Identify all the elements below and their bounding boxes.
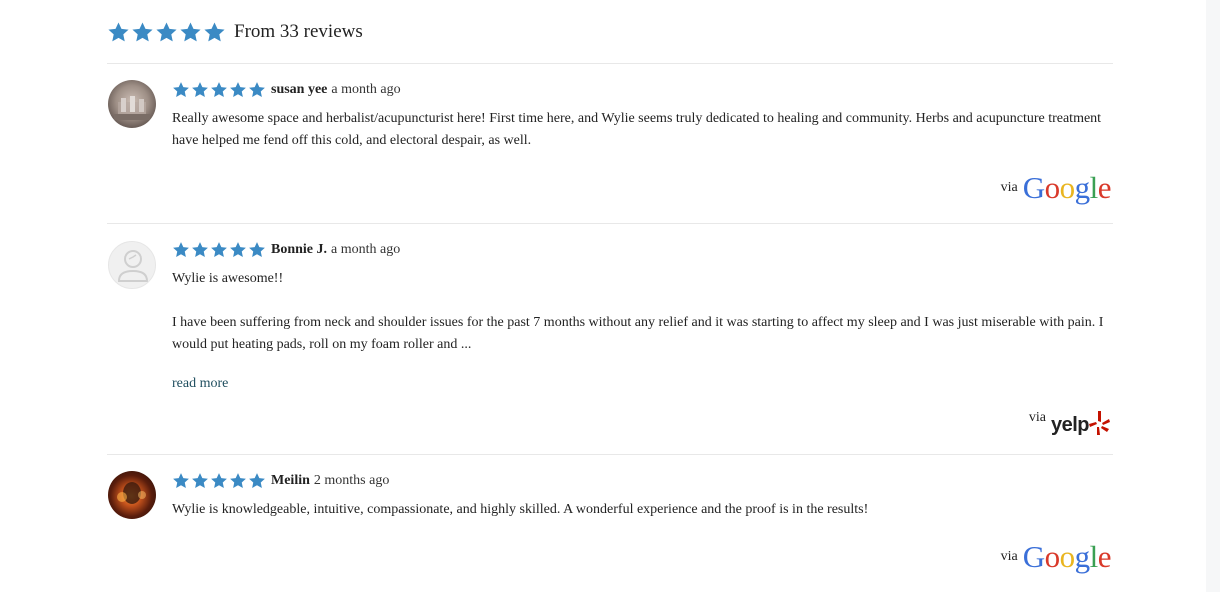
review-text: Really awesome space and herbalist/acupu… — [172, 111, 1102, 148]
review-time: a month ago — [331, 82, 401, 97]
review-content: Bonnie J. a month ago Wylie is awesome!!… — [172, 239, 1113, 392]
yelp-wordmark: yelp — [1050, 414, 1090, 436]
star-icon — [156, 21, 177, 41]
star-icon — [173, 473, 189, 488]
star-icon — [204, 21, 225, 41]
review-rating-stars — [172, 241, 266, 259]
star-icon — [173, 242, 189, 257]
via-label: via — [1000, 548, 1018, 564]
star-icon — [249, 473, 265, 488]
star-icon — [192, 242, 208, 257]
star-icon — [180, 21, 201, 41]
google-logo-icon[interactable]: Google — [1023, 541, 1112, 572]
reviewer-avatar-placeholder — [108, 241, 156, 289]
star-icon — [249, 242, 265, 257]
scrollbar-gutter — [1206, 0, 1220, 592]
reviewer-name: Bonnie J. — [271, 242, 328, 257]
reviews-widget: From 33 reviews susan yee a month ago Re… — [0, 0, 1220, 592]
review-item: Meilin 2 months ago Wylie is knowledgeab… — [107, 454, 1113, 592]
review-text: Wylie is awesome!! — [172, 271, 284, 286]
star-icon — [249, 82, 265, 97]
review-source: via Google — [1000, 172, 1112, 203]
review-rating-stars — [172, 81, 266, 99]
star-icon — [192, 473, 208, 488]
reviewer-name: susan yee — [271, 82, 328, 97]
google-logo-icon[interactable]: Google — [1023, 172, 1112, 203]
yelp-burst-icon — [1089, 410, 1110, 435]
star-icon — [192, 82, 208, 97]
star-icon — [211, 82, 227, 97]
review-rating-stars — [172, 472, 266, 490]
review-header: Bonnie J. a month ago — [172, 239, 1113, 261]
star-icon — [108, 21, 129, 41]
summary-rating-stars — [107, 21, 226, 44]
review-item: Bonnie J. a month ago Wylie is awesome!!… — [107, 223, 1113, 455]
review-text: Wylie is knowledgeable, intuitive, compa… — [172, 502, 869, 517]
review-source: via Google — [1000, 541, 1112, 572]
star-icon — [173, 82, 189, 97]
reviews-count-text: From 33 reviews — [234, 21, 363, 42]
star-icon — [230, 473, 246, 488]
review-content: Meilin 2 months ago Wylie is knowledgeab… — [172, 470, 1113, 521]
review-text: I have been suffering from neck and shou… — [172, 315, 1104, 352]
read-more-link[interactable]: read more — [172, 376, 228, 392]
star-icon — [230, 82, 246, 97]
star-icon — [132, 21, 153, 41]
via-label: via — [1000, 179, 1018, 195]
review-header: susan yee a month ago — [172, 79, 1113, 101]
review-header: Meilin 2 months ago — [172, 470, 1113, 492]
reviews-summary: From 33 reviews — [107, 17, 363, 47]
review-time: 2 months ago — [313, 473, 390, 488]
reviewer-avatar — [108, 471, 156, 519]
star-icon — [211, 473, 227, 488]
review-item: susan yee a month ago Really awesome spa… — [107, 63, 1113, 224]
review-content: susan yee a month ago Really awesome spa… — [172, 79, 1113, 152]
star-icon — [211, 242, 227, 257]
star-icon — [230, 242, 246, 257]
review-time: a month ago — [331, 242, 401, 257]
reviewer-name: Meilin — [271, 473, 310, 488]
yelp-logo-icon[interactable]: yelp — [1051, 408, 1111, 437]
review-source: via yelp — [1029, 408, 1111, 437]
via-label: via — [1028, 409, 1046, 425]
reviewer-avatar — [108, 80, 156, 128]
